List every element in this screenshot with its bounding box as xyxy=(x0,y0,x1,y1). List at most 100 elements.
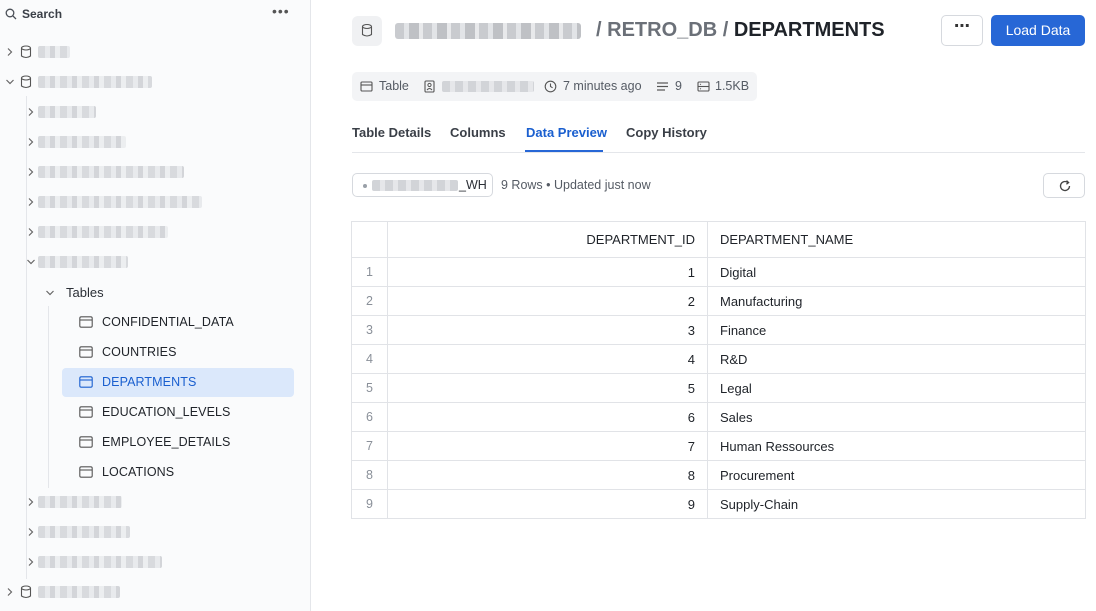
chevron-right-icon xyxy=(28,138,34,146)
owner-icon xyxy=(424,80,435,93)
cell-department-id[interactable]: 2 xyxy=(387,286,708,316)
cell-department-id[interactable]: 1 xyxy=(387,257,708,287)
tables-group-label: Tables xyxy=(66,285,104,300)
cell-department-id[interactable]: 8 xyxy=(387,460,708,490)
tree-schema-row[interactable] xyxy=(0,220,300,244)
cell-department-name[interactable]: Supply-Chain xyxy=(707,489,1086,519)
load-data-button[interactable]: Load Data xyxy=(991,15,1085,46)
database-icon xyxy=(20,75,32,89)
chevron-right-icon xyxy=(7,588,13,596)
cell-department-id[interactable]: 5 xyxy=(387,373,708,403)
tab-copy-history[interactable]: Copy History xyxy=(626,125,707,140)
cell-department-id[interactable]: 7 xyxy=(387,431,708,461)
columns-icon xyxy=(657,82,668,91)
object-meta-bar: Table 7 minutes ago 9 1.5KB xyxy=(352,72,757,101)
sidebar-table-label: COUNTRIES xyxy=(102,345,177,359)
redacted-name xyxy=(38,46,70,58)
table-row[interactable]: 8 8 Procurement xyxy=(351,460,1086,490)
table-row[interactable]: 2 2 Manufacturing xyxy=(351,286,1086,316)
cell-department-name[interactable]: Finance xyxy=(707,315,1086,345)
cell-department-id[interactable]: 3 xyxy=(387,315,708,345)
database-icon xyxy=(361,23,373,37)
sidebar-table-item[interactable]: LOCATIONS xyxy=(62,458,294,487)
table-row[interactable]: 1 1 Digital xyxy=(351,257,1086,287)
redacted-name xyxy=(38,76,152,88)
sidebar-more-icon[interactable]: ••• xyxy=(272,4,290,23)
sidebar-table-label: EDUCATION_LEVELS xyxy=(102,405,231,419)
row-number: 7 xyxy=(351,431,388,461)
redacted-name xyxy=(38,586,120,598)
detail-tabs: Table Details Columns Data Preview Copy … xyxy=(352,118,1085,153)
row-number: 4 xyxy=(351,344,388,374)
tab-table-details[interactable]: Table Details xyxy=(352,125,431,140)
chevron-down-icon xyxy=(27,259,35,265)
sidebar-search[interactable]: Search ••• xyxy=(0,0,311,30)
chevron-right-icon xyxy=(28,228,34,236)
chevron-right-icon xyxy=(28,558,34,566)
refresh-button[interactable] xyxy=(1043,173,1085,198)
tree-schema-row[interactable] xyxy=(0,100,300,124)
cell-department-name[interactable]: Legal xyxy=(707,373,1086,403)
chevron-right-icon xyxy=(28,108,34,116)
tree-schema-row[interactable] xyxy=(0,160,300,184)
tree-db-row[interactable] xyxy=(0,40,300,64)
meta-type: Table xyxy=(379,79,409,93)
column-header[interactable]: DEPARTMENT_ID xyxy=(387,221,708,258)
table-row[interactable]: 5 5 Legal xyxy=(351,373,1086,403)
table-icon xyxy=(79,406,93,418)
tree-schema-row[interactable] xyxy=(0,550,300,574)
sidebar-table-item[interactable]: EDUCATION_LEVELS xyxy=(62,398,294,427)
breadcrumb-separator: / xyxy=(722,19,729,41)
row-number: 5 xyxy=(351,373,388,403)
sidebar-table-item[interactable]: COUNTRIES xyxy=(62,338,294,367)
redacted-name xyxy=(38,166,184,178)
meta-size: 1.5KB xyxy=(715,79,750,93)
column-header[interactable]: DEPARTMENT_NAME xyxy=(707,221,1086,258)
table-row[interactable]: 9 9 Supply-Chain xyxy=(351,489,1086,519)
row-number: 9 xyxy=(351,489,388,519)
cell-department-name[interactable]: Digital xyxy=(707,257,1086,287)
more-actions-button[interactable]: ⋯ xyxy=(941,15,983,46)
cell-department-name[interactable]: Sales xyxy=(707,402,1086,432)
chevron-down-icon xyxy=(46,290,54,296)
table-icon xyxy=(360,81,373,92)
main-panel: / RETRO_DB / DEPARTMENTS ⋯ Load Data Tab… xyxy=(312,0,1096,611)
tree-tables-group[interactable] xyxy=(0,281,300,305)
sidebar-table-item[interactable]: DEPARTMENTS xyxy=(62,368,294,397)
table-row[interactable]: 6 6 Sales xyxy=(351,402,1086,432)
table-icon xyxy=(79,436,93,448)
redacted-breadcrumb-database xyxy=(395,23,581,39)
warehouse-selector[interactable]: _WH xyxy=(352,173,493,197)
tab-columns[interactable]: Columns xyxy=(450,125,506,140)
tab-data-preview[interactable]: Data Preview xyxy=(526,125,607,140)
sidebar-table-item[interactable]: EMPLOYEE_DETAILS xyxy=(62,428,294,457)
tree-db-row[interactable] xyxy=(0,70,300,94)
cell-department-name[interactable]: Procurement xyxy=(707,460,1086,490)
sidebar-table-label: CONFIDENTIAL_DATA xyxy=(102,315,234,329)
cell-department-name[interactable]: R&D xyxy=(707,344,1086,374)
sidebar-table-label: LOCATIONS xyxy=(102,465,175,479)
table-row[interactable]: 3 3 Finance xyxy=(351,315,1086,345)
refresh-icon xyxy=(1059,180,1071,192)
tree-schema-row[interactable] xyxy=(0,520,300,544)
cell-department-id[interactable]: 4 xyxy=(387,344,708,374)
object-explorer-sidebar: Search ••• Tables CONFIDENTIAL_DATA COUN… xyxy=(0,0,311,611)
breadcrumb-schema[interactable]: RETRO_DB xyxy=(607,19,717,41)
breadcrumb-separator: / xyxy=(596,19,602,41)
row-number: 8 xyxy=(351,460,388,490)
tree-schema-row[interactable] xyxy=(0,490,300,514)
cell-department-id[interactable]: 6 xyxy=(387,402,708,432)
tree-db-row[interactable] xyxy=(0,580,300,604)
table-icon xyxy=(79,316,93,328)
cell-department-name[interactable]: Human Ressources xyxy=(707,431,1086,461)
sidebar-table-label: DEPARTMENTS xyxy=(102,375,197,389)
row-number: 2 xyxy=(351,286,388,316)
tree-schema-row[interactable] xyxy=(0,130,300,154)
sidebar-table-item[interactable]: CONFIDENTIAL_DATA xyxy=(62,308,294,337)
tree-schema-row[interactable] xyxy=(0,250,300,274)
table-row[interactable]: 4 4 R&D xyxy=(351,344,1086,374)
tree-schema-row[interactable] xyxy=(0,190,300,214)
cell-department-name[interactable]: Manufacturing xyxy=(707,286,1086,316)
table-row[interactable]: 7 7 Human Ressources xyxy=(351,431,1086,461)
cell-department-id[interactable]: 9 xyxy=(387,489,708,519)
